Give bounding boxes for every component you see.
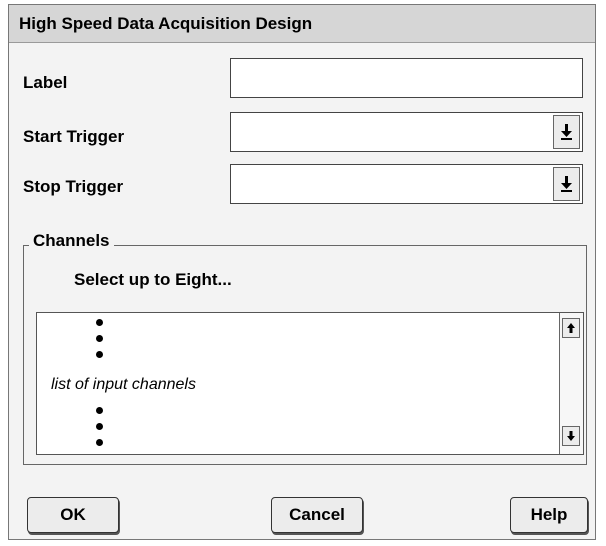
channels-group-title: Channels	[29, 231, 114, 251]
ok-button[interactable]: OK	[27, 497, 119, 533]
arrow-down-to-bar-icon	[561, 124, 572, 140]
dialog-window: High Speed Data Acquisition Design Label…	[8, 4, 596, 540]
ellipsis-dot	[96, 319, 103, 326]
channels-listbox[interactable]: list of input channels	[36, 312, 584, 455]
help-button[interactable]: Help	[510, 497, 588, 533]
stop-trigger-caption: Stop Trigger	[23, 177, 124, 196]
ellipsis-dot	[96, 335, 103, 342]
label-input[interactable]	[230, 58, 583, 98]
start-trigger-caption: Start Trigger	[23, 127, 125, 146]
stop-trigger-combobox[interactable]	[230, 164, 583, 204]
dialog-title: High Speed Data Acquisition Design	[9, 5, 595, 43]
ellipsis-dot	[96, 423, 103, 430]
cancel-button[interactable]: Cancel	[271, 497, 363, 533]
ellipsis-dot	[96, 439, 103, 446]
ellipsis-dot	[96, 351, 103, 358]
label-caption: Label	[23, 73, 68, 92]
scroll-down-button[interactable]	[562, 426, 580, 446]
list-placeholder-text: list of input channels	[51, 376, 196, 393]
channels-scrollbar[interactable]	[559, 313, 583, 454]
arrow-down-to-bar-icon	[561, 176, 572, 192]
start-trigger-dropdown-button[interactable]	[553, 115, 580, 149]
arrow-down-icon	[567, 431, 575, 441]
stop-trigger-dropdown-button[interactable]	[553, 167, 580, 201]
arrow-up-icon	[567, 323, 575, 333]
start-trigger-combobox[interactable]	[230, 112, 583, 152]
scroll-up-button[interactable]	[562, 318, 580, 338]
channels-instruction: Select up to Eight...	[74, 270, 232, 289]
ellipsis-dot	[96, 407, 103, 414]
